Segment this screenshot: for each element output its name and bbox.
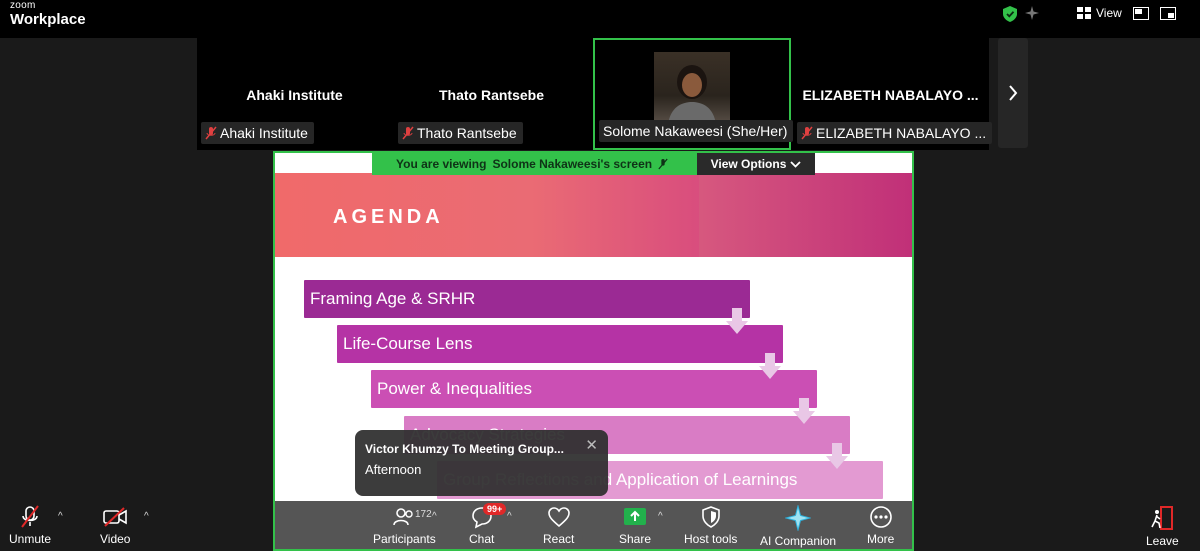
security-shield-icon[interactable] (1003, 6, 1017, 22)
agenda-item: Power & Inequalities (371, 370, 817, 408)
zoom-meeting-window: zoom Workplace View Ahaki Institute Ahak… (0, 0, 1200, 551)
muted-mic-icon (21, 505, 39, 528)
participants-options-caret[interactable]: ^ (432, 511, 437, 522)
leave-door-icon (1151, 506, 1174, 530)
share-screen-icon (624, 508, 647, 525)
view-label: View (1096, 6, 1122, 20)
slide-banner: AGENDA (275, 173, 912, 257)
participant-tag-label: Thato Rantsebe (417, 125, 517, 141)
grid-view-icon (1077, 7, 1091, 19)
chat-label: Chat (469, 532, 495, 546)
participants-icon (393, 508, 414, 526)
view-button[interactable]: View (1077, 6, 1122, 20)
participant-gallery: Ahaki Institute Ahaki Institute Thato Ra… (197, 38, 993, 150)
muted-mic-icon (658, 158, 668, 170)
audio-options-caret[interactable]: ^ (58, 511, 63, 522)
chat-options-caret[interactable]: ^ (507, 511, 512, 522)
toast-message: Afternoon (365, 462, 422, 477)
chat-notification-toast[interactable]: Victor Khumzy To Meeting Group... Aftern… (355, 430, 608, 496)
share-button[interactable]: Share (619, 505, 651, 546)
muted-mic-icon (205, 126, 217, 140)
host-shield-icon (701, 506, 720, 528)
host-tools-label: Host tools (684, 532, 738, 546)
muted-mic-icon (801, 126, 813, 140)
participants-count: 172 (415, 509, 432, 520)
toast-title: Victor Khumzy To Meeting Group... (365, 442, 564, 456)
participant-name-tag: Ahaki Institute (201, 122, 314, 144)
brand-top: zoom (10, 0, 36, 11)
participant-tile[interactable]: Ahaki Institute Ahaki Institute (197, 38, 392, 150)
agenda-item: Life-Course Lens (337, 325, 783, 363)
more-ellipsis-icon (869, 506, 892, 528)
participants-label: Participants (373, 532, 436, 546)
participant-tag-label: Solome Nakaweesi (She/Her) (603, 123, 788, 139)
video-button[interactable]: Video (100, 505, 130, 546)
down-arrow-icon (793, 398, 815, 424)
participant-name-tag: Solome Nakaweesi (She/Her) (599, 120, 794, 142)
participant-name-tag: ELIZABETH NABALAYO ... (797, 122, 993, 144)
ai-sparkle-icon[interactable] (1025, 6, 1039, 20)
viewing-name: Solome Nakaweesi's screen (492, 157, 653, 171)
heart-icon (547, 507, 570, 528)
view-options-button[interactable]: View Options (697, 153, 815, 175)
slide-banner-panel (699, 173, 912, 257)
muted-mic-icon (402, 126, 414, 140)
participant-name-large: Thato Rantsebe (438, 87, 544, 103)
unmute-button[interactable]: Unmute (9, 505, 51, 546)
chat-unread-badge: 99+ (483, 503, 507, 515)
share-options-caret[interactable]: ^ (658, 511, 663, 522)
view-options-label: View Options (710, 157, 787, 171)
gallery-next-button[interactable] (998, 38, 1028, 148)
video-options-caret[interactable]: ^ (144, 511, 149, 522)
ai-sparkle-icon (785, 505, 812, 531)
participant-name-tag: Thato Rantsebe (398, 122, 523, 144)
video-off-icon (103, 507, 128, 527)
active-speaker-tile[interactable]: Solome Nakaweesi (She/Her) (593, 38, 794, 150)
chevron-down-icon (790, 160, 802, 168)
participant-name-large: ELIZABETH NABALAYO ... (802, 87, 979, 103)
more-label: More (867, 532, 895, 546)
person-silhouette-icon (668, 65, 716, 125)
react-label: React (543, 532, 575, 546)
ai-companion-button[interactable]: AI Companion (760, 505, 836, 548)
slide-heading: AGENDA (333, 206, 444, 228)
zoom-logo: zoom Workplace (10, 0, 86, 28)
participant-tile[interactable]: ELIZABETH NABALAYO ... ELIZABETH NABALAY… (793, 38, 993, 150)
participant-video (654, 52, 730, 125)
video-label: Video (100, 532, 131, 546)
close-icon[interactable]: ✕ (585, 436, 598, 454)
chevron-right-icon (1009, 85, 1018, 101)
picture-in-picture-icon[interactable] (1133, 7, 1149, 20)
ai-companion-label: AI Companion (760, 534, 837, 548)
fullscreen-icon[interactable] (1160, 7, 1176, 20)
share-label: Share (619, 532, 652, 546)
host-tools-button[interactable]: Host tools (684, 505, 737, 546)
participant-name-large: Ahaki Institute (246, 87, 343, 103)
viewing-prefix: You are viewing (396, 157, 487, 171)
leave-label: Leave (1146, 534, 1179, 548)
participant-tile[interactable]: Thato Rantsebe Thato Rantsebe (394, 38, 589, 150)
react-button[interactable]: React (543, 505, 574, 546)
top-bar: zoom Workplace View (0, 0, 1200, 38)
brand-bottom: Workplace (10, 11, 86, 28)
meeting-toolbar: Unmute ^ Video ^ Participants 172 ^ Chat… (0, 501, 1200, 551)
down-arrow-icon (726, 308, 748, 334)
down-arrow-icon (759, 353, 781, 379)
more-button[interactable]: More (867, 505, 894, 546)
unmute-label: Unmute (9, 532, 52, 546)
down-arrow-icon (826, 443, 848, 469)
screen-share-indicator: You are viewing Solome Nakaweesi's scree… (372, 153, 697, 175)
leave-button[interactable]: Leave (1146, 505, 1179, 548)
agenda-item: Framing Age & SRHR (304, 280, 750, 318)
participant-tag-label: Ahaki Institute (220, 125, 308, 141)
participant-tag-label: ELIZABETH NABALAYO ... (816, 125, 987, 141)
